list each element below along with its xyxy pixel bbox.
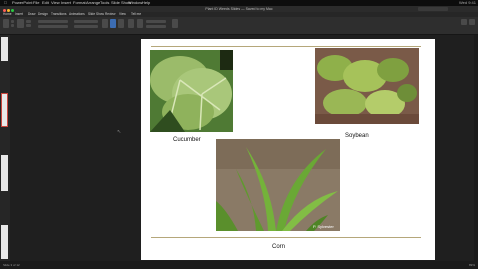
picture-icon[interactable]	[102, 19, 108, 28]
share-icon[interactable]	[461, 19, 467, 25]
shape-fill-dropdown[interactable]	[146, 20, 166, 23]
top-divider-line	[151, 46, 421, 47]
paste-icon[interactable]	[3, 19, 9, 28]
font-style-buttons[interactable]	[38, 25, 68, 28]
slide-thumbnail[interactable]	[1, 155, 8, 191]
cut-icon[interactable]	[11, 20, 14, 23]
slide-thumbnail-pane	[0, 35, 10, 261]
quick-styles-icon[interactable]	[137, 19, 143, 28]
font-name-dropdown[interactable]	[38, 20, 68, 23]
cucumber-caption: Cucumber	[173, 137, 201, 143]
vertical-scrollbar[interactable]	[474, 35, 478, 261]
search-box[interactable]	[418, 7, 448, 11]
slide-thumbnail-selected[interactable]	[1, 93, 8, 127]
copy-icon[interactable]	[11, 24, 14, 27]
ribbon-toolbar	[0, 17, 478, 35]
shape-outline-dropdown[interactable]	[146, 25, 166, 28]
reset-icon[interactable]	[26, 24, 31, 27]
arrange-icon[interactable]	[128, 19, 134, 28]
design-ideas-icon[interactable]	[172, 19, 178, 28]
text-box-icon[interactable]	[118, 19, 124, 28]
align-buttons[interactable]	[74, 25, 98, 28]
photo-credit: P. Sylvester	[313, 224, 334, 229]
layout-icon[interactable]	[26, 20, 31, 23]
zoom-level[interactable]: 89%	[469, 261, 475, 269]
soybean-caption: Soybean	[345, 133, 369, 139]
soybean-plant-photo[interactable]	[315, 48, 419, 124]
comments-icon[interactable]	[469, 19, 475, 25]
cucumber-leaf-photo[interactable]	[150, 50, 233, 132]
slide-thumbnail[interactable]	[1, 225, 8, 259]
bullets-buttons[interactable]	[74, 20, 98, 23]
slide-thumbnail[interactable]	[1, 37, 8, 61]
corn-seedling-photo[interactable]	[216, 139, 340, 231]
document-title: Plant ID Weeds Slides — Saved to my Mac	[205, 7, 273, 11]
slide[interactable]: Cucumber Soybean P. Sylvester Corn	[141, 39, 435, 260]
new-slide-icon[interactable]	[17, 19, 24, 28]
mouse-pointer-icon: ↖	[117, 129, 122, 135]
status-bar: Slide 3 of 12 89%	[0, 261, 478, 269]
shapes-icon[interactable]	[110, 19, 116, 28]
bottom-divider-line	[151, 237, 421, 238]
corn-caption: Corn	[272, 244, 286, 250]
slide-counter: Slide 3 of 12	[3, 263, 20, 267]
